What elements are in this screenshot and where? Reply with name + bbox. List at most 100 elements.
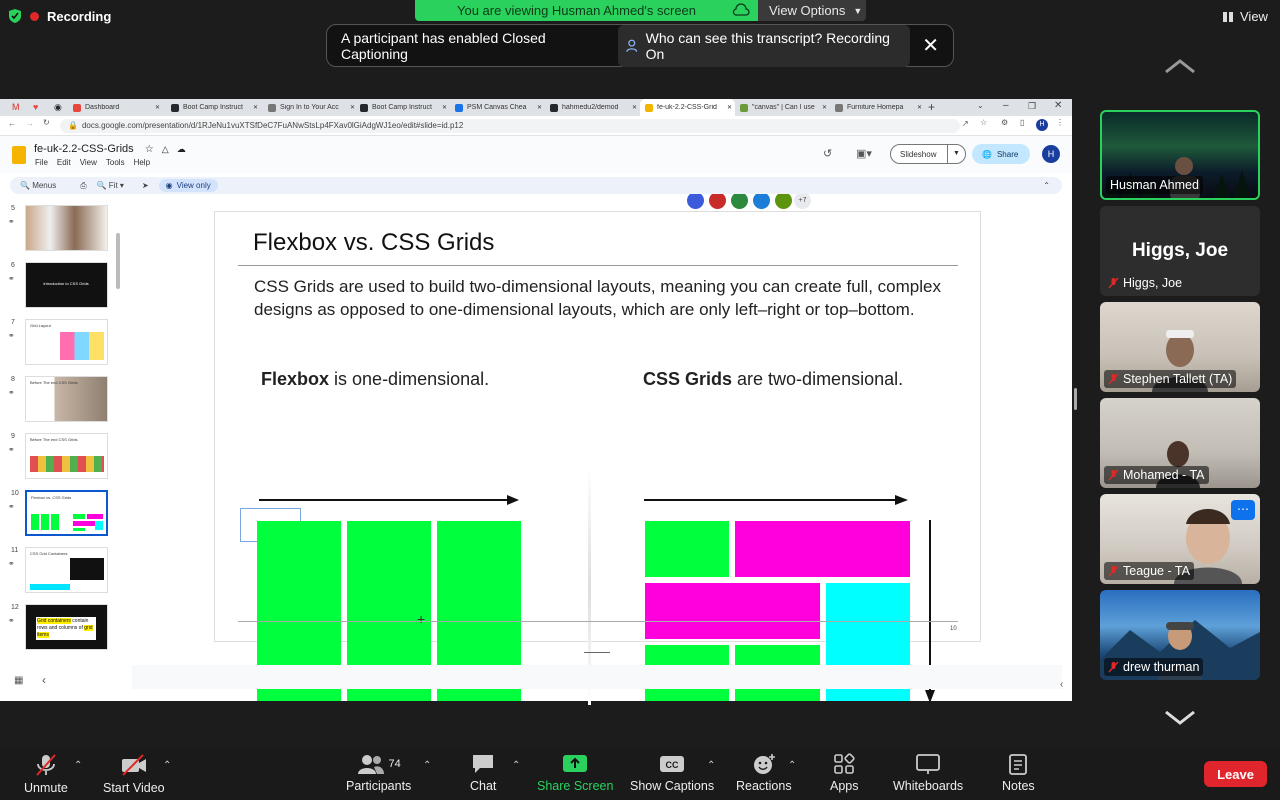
close-icon[interactable]: ✕ <box>922 36 939 56</box>
participant-tile[interactable]: Mohamed - TA <box>1100 398 1260 488</box>
browser-tab[interactable]: Dashboard ✕ <box>68 99 163 116</box>
tab-close-icon[interactable]: ✕ <box>442 104 447 111</box>
slide-thumbnail[interactable]: 8 ⚭ Before The end CSS Grids <box>0 376 118 426</box>
sidepanel-icon[interactable]: ▯ <box>1020 118 1024 127</box>
tab-close-icon[interactable]: ✕ <box>917 104 922 111</box>
collaborator-avatar[interactable] <box>709 192 726 209</box>
pinned-app-icon[interactable]: ♥ <box>33 102 38 112</box>
kebab-menu-icon[interactable]: ⋮ <box>1056 118 1064 127</box>
browser-tab[interactable]: Boot Camp Instruct ✕ <box>166 99 261 116</box>
caret-up-icon[interactable]: ⌃ <box>707 760 715 771</box>
move-folder-icon[interactable]: △ <box>162 144 169 154</box>
caret-up-icon[interactable]: ⌃ <box>74 760 82 771</box>
browser-tab[interactable]: hahmedu2/demod ✕ <box>545 99 640 116</box>
browser-tab[interactable]: "canvas" | Can I use ✕ <box>735 99 830 116</box>
document-title[interactable]: fe-uk-2.2-CSS-Grids ☆ △ ☁ <box>34 143 186 155</box>
zoom-select[interactable]: 🔍 Fit ▾ <box>97 181 124 190</box>
share-screen-button[interactable]: Share Screen <box>537 753 613 793</box>
star-icon[interactable]: ☆ <box>145 144 154 155</box>
resize-handle[interactable] <box>1074 388 1077 410</box>
browser-tab[interactable]: PSM Canvas Chea ✕ <box>450 99 545 116</box>
slide-thumbnail[interactable]: 5 ⚭ <box>0 205 118 255</box>
participants-button[interactable]: 74 Participants <box>346 753 411 793</box>
leave-button[interactable]: Leave <box>1204 761 1267 787</box>
tab-close-icon[interactable]: ✕ <box>822 104 827 111</box>
slide-thumbnail[interactable]: 6 ⚭ Introduction to CSS Grids <box>0 262 118 312</box>
caret-up-icon[interactable]: ⌃ <box>512 760 520 771</box>
slide-thumbnail[interactable]: 7 ⚭ Grid Layout <box>0 319 118 369</box>
participant-tile[interactable]: Stephen Tallett (TA) <box>1100 302 1260 392</box>
reactions-button[interactable]: Reactions <box>736 753 792 793</box>
transcript-visibility-button[interactable]: Who can see this transcript? Recording O… <box>618 24 911 67</box>
search-menus[interactable]: 🔍 Menus <box>20 181 56 190</box>
new-tab-icon[interactable]: + <box>928 100 935 114</box>
scroll-down-icon[interactable] <box>1164 710 1196 726</box>
chevron-down-icon[interactable]: ▼ <box>947 145 965 163</box>
history-icon[interactable]: ↺ <box>823 147 832 160</box>
forward-icon[interactable]: → <box>26 119 34 128</box>
slides-logo-icon[interactable] <box>12 146 26 164</box>
tab-close-icon[interactable]: ✕ <box>155 104 160 111</box>
window-close-icon[interactable]: ✕ <box>1054 100 1062 111</box>
more-options-icon[interactable]: ⋯ <box>1231 500 1255 520</box>
participant-tile[interactable]: Higgs, Joe Higgs, Joe <box>1100 206 1260 296</box>
scroll-up-icon[interactable] <box>1164 58 1196 74</box>
collaborator-avatar[interactable] <box>731 192 748 209</box>
speaker-notes-area[interactable] <box>132 665 1062 689</box>
select-pointer-icon[interactable]: ➤ <box>142 181 149 190</box>
github-icon[interactable]: ◉ <box>54 102 62 113</box>
menu-edit[interactable]: Edit <box>57 158 71 167</box>
participant-tile[interactable]: Husman Ahmed <box>1100 110 1260 200</box>
back-icon[interactable]: ← <box>8 119 16 128</box>
share-page-icon[interactable]: ↗ <box>962 119 969 128</box>
chat-button[interactable]: Chat <box>470 753 496 793</box>
profile-avatar[interactable]: H <box>1036 119 1048 131</box>
participant-tile[interactable]: ⋯ Teague - TA <box>1100 494 1260 584</box>
side-panel-toggle-icon[interactable]: ‹ <box>1060 679 1063 690</box>
collaborator-avatar[interactable] <box>775 192 792 209</box>
gmail-icon[interactable]: M <box>12 102 20 112</box>
apps-button[interactable]: Apps <box>830 753 859 793</box>
caret-up-icon[interactable]: ⌃ <box>788 760 796 771</box>
filmstrip-scrollbar[interactable] <box>116 233 120 289</box>
browser-tab[interactable]: Furniture Homepa ✕ <box>830 99 925 116</box>
url-field[interactable]: 🔒 docs.google.com/presentation/d/1RJeNu1v… <box>60 119 960 133</box>
start-video-button[interactable]: Start Video <box>103 753 165 795</box>
view-button[interactable]: View <box>1222 9 1268 24</box>
view-only-chip[interactable]: ◉ View only <box>158 179 218 192</box>
tab-close-icon[interactable]: ✕ <box>253 104 258 111</box>
speaker-notes-handle[interactable] <box>584 652 610 653</box>
caret-up-icon[interactable]: ⌃ <box>163 760 171 771</box>
browser-tab[interactable]: Boot Camp Instruct ✕ <box>355 99 450 116</box>
restore-icon[interactable]: ❐ <box>1028 101 1036 112</box>
collapse-filmstrip-icon[interactable]: ‹ <box>42 673 46 687</box>
whiteboards-button[interactable]: Whiteboards <box>893 753 963 793</box>
minimize-icon[interactable]: – <box>1003 100 1009 111</box>
tab-close-icon[interactable]: ✕ <box>727 104 732 111</box>
slide-thumbnail[interactable]: 9 ⚭ Before The end CSS Grids <box>0 433 118 483</box>
browser-tab[interactable]: Sign In to Your Acc ✕ <box>263 99 358 116</box>
tab-search-icon[interactable]: ⌄ <box>977 101 984 110</box>
unmute-button[interactable]: Unmute <box>24 753 68 795</box>
participant-tile[interactable]: drew thurman <box>1100 590 1260 680</box>
browser-tab[interactable]: fe-uk-2.2-CSS-Grid ✕ <box>640 99 735 116</box>
collapse-toolbar-icon[interactable]: ⌃ <box>1043 181 1050 190</box>
notes-button[interactable]: Notes <box>1002 753 1035 793</box>
collaborator-avatar[interactable] <box>687 192 704 209</box>
cloud-status-icon[interactable]: ☁ <box>177 144 186 154</box>
menu-tools[interactable]: Tools <box>106 158 125 167</box>
caret-up-icon[interactable]: ⌃ <box>423 760 431 771</box>
slide-thumbnail[interactable]: 11 ⚭ CSS Grid Containers <box>0 547 118 597</box>
meet-camera-icon[interactable]: ▣▾ <box>856 147 872 160</box>
menu-file[interactable]: File <box>35 158 48 167</box>
view-options-button[interactable]: View Options ▼ <box>758 0 866 21</box>
print-icon[interactable]: ⎙ <box>80 181 86 191</box>
share-button[interactable]: 🌐 Share <box>972 144 1030 164</box>
extensions-icon[interactable]: ⚙ <box>1001 118 1008 127</box>
account-avatar[interactable]: H <box>1042 145 1060 163</box>
tab-close-icon[interactable]: ✕ <box>537 104 542 111</box>
more-collaborators-badge[interactable]: +7 <box>794 192 811 209</box>
grid-view-icon[interactable]: ▦ <box>14 675 23 686</box>
reload-icon[interactable]: ↻ <box>43 118 50 127</box>
recording-indicator[interactable]: Recording <box>8 8 111 24</box>
